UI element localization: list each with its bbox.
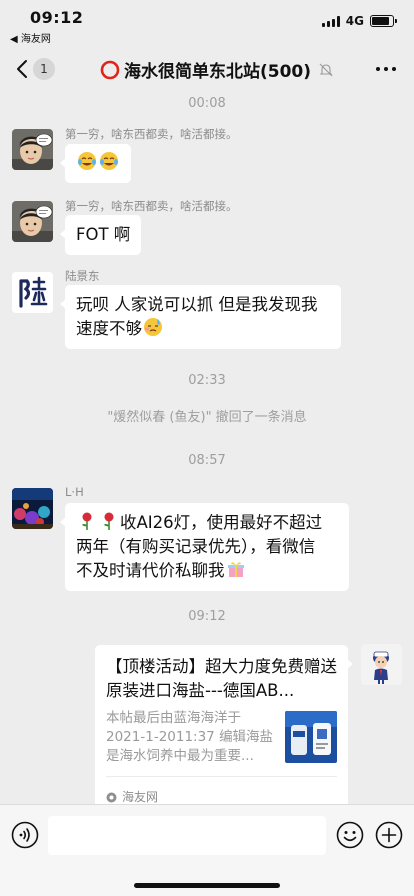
time-separator: 02:33: [188, 373, 226, 388]
more-actions-button[interactable]: [375, 821, 403, 849]
battery-level: [372, 17, 389, 25]
mini-program-icon: [106, 792, 117, 803]
voice-icon: [11, 821, 39, 849]
sender-name: 第一穷，啥东西都卖，啥活都接。: [65, 127, 238, 141]
avatar[interactable]: [12, 129, 53, 170]
rose-emoji-icon: [99, 511, 119, 531]
time-separator: 08:57: [188, 453, 226, 468]
message-text-line: 玩呗 人家说可以抓 但是我发现我: [76, 295, 318, 314]
link-card-description: 本帖最后由蓝海海洋于 2021-1-2011:37 编辑海盐是海水饲养中最为重要…: [106, 710, 274, 764]
rose-emoji-icon: [77, 511, 97, 531]
message-bubble[interactable]: FOT 啊: [59, 215, 142, 255]
link-card-divider: [106, 776, 337, 777]
message-text-line: 不及时请代价私聊我: [76, 561, 225, 580]
unread-count-badge[interactable]: 1: [33, 58, 55, 80]
network-type: 4G: [345, 14, 364, 28]
message-text-line: 速度不够: [76, 319, 142, 338]
status-bar: 09:12 ◀ 海友网 4G: [0, 0, 414, 46]
link-card-source-name: 海友网: [122, 790, 159, 804]
link-card-title: 【顶楼活动】超大力度免费赠送原装进口海盐---德国AB...: [106, 657, 337, 700]
avatar[interactable]: [12, 488, 53, 529]
message-text-line: 收AI26灯，使用最好不超过: [120, 513, 323, 532]
link-card[interactable]: 【顶楼活动】超大力度免费赠送原装进口海盐---德国AB... 本帖最后由蓝海海洋…: [95, 645, 353, 804]
emoji-icon: [336, 821, 364, 849]
message-input[interactable]: [48, 816, 326, 855]
battery-icon: [370, 15, 397, 27]
chat-messages[interactable]: 00:08 第一穷，啥东西都卖，啥活都接。 第一穷，啥东西都卖，啥活都接。 FO…: [0, 92, 414, 804]
my-avatar[interactable]: [361, 644, 402, 685]
message-text: FOT 啊: [76, 225, 131, 244]
recall-notice: "煖然似春 (鱼友)" 撤回了一条消息: [107, 410, 307, 425]
sender-name: 陆景东: [65, 269, 100, 283]
link-card-body: 本帖最后由蓝海海洋于 2021-1-2011:37 编辑海盐是海水饲养中最为重要…: [106, 709, 337, 766]
more-dots-icon: [376, 67, 380, 71]
chat-title-text: 海水很简单东北站(500): [124, 62, 312, 82]
more-options-button[interactable]: [376, 60, 396, 78]
back-button[interactable]: [10, 56, 34, 82]
chevron-left-icon: [17, 60, 27, 78]
emoji-button[interactable]: [336, 821, 364, 849]
message-bubble[interactable]: 收AI26灯，使用最好不超过 两年（有购买记录优先），看微信 不及时请代价私聊我: [60, 503, 349, 591]
gift-emoji-icon: [226, 559, 246, 579]
sender-name: L·H: [65, 485, 84, 499]
back-to-app-link[interactable]: ◀ 海友网: [10, 30, 51, 45]
link-card-source: 海友网: [106, 785, 337, 804]
status-indicators: 4G: [321, 14, 397, 28]
red-circle-icon: [100, 60, 120, 80]
link-card-thumbnail: [285, 711, 337, 763]
sweat-emoji-icon: [143, 317, 163, 337]
avatar[interactable]: [12, 272, 53, 313]
signal-icon: [321, 15, 340, 27]
time-separator: 00:08: [188, 96, 226, 111]
tears-of-joy-emoji-icon: [77, 151, 97, 171]
plus-icon: [375, 821, 403, 849]
sender-name: 第一穷，啥东西都卖，啥活都接。: [65, 199, 238, 213]
status-time: 09:12: [30, 8, 84, 27]
chat-title[interactable]: 海水很简单东北站(500): [100, 57, 333, 82]
tears-of-joy-emoji-icon: [99, 151, 119, 171]
chat-header: 1 海水很简单东北站(500): [0, 46, 414, 92]
message-text-line: 两年（有购买记录优先），看微信: [76, 537, 316, 556]
home-indicator[interactable]: [134, 883, 280, 888]
mute-bell-icon: [319, 63, 333, 77]
avatar[interactable]: [12, 201, 53, 242]
time-separator: 09:12: [188, 609, 226, 624]
message-bubble[interactable]: 玩呗 人家说可以抓 但是我发现我 速度不够: [60, 285, 341, 349]
message-bubble[interactable]: [60, 144, 131, 183]
voice-button[interactable]: [11, 821, 39, 849]
input-bar: [0, 804, 414, 896]
